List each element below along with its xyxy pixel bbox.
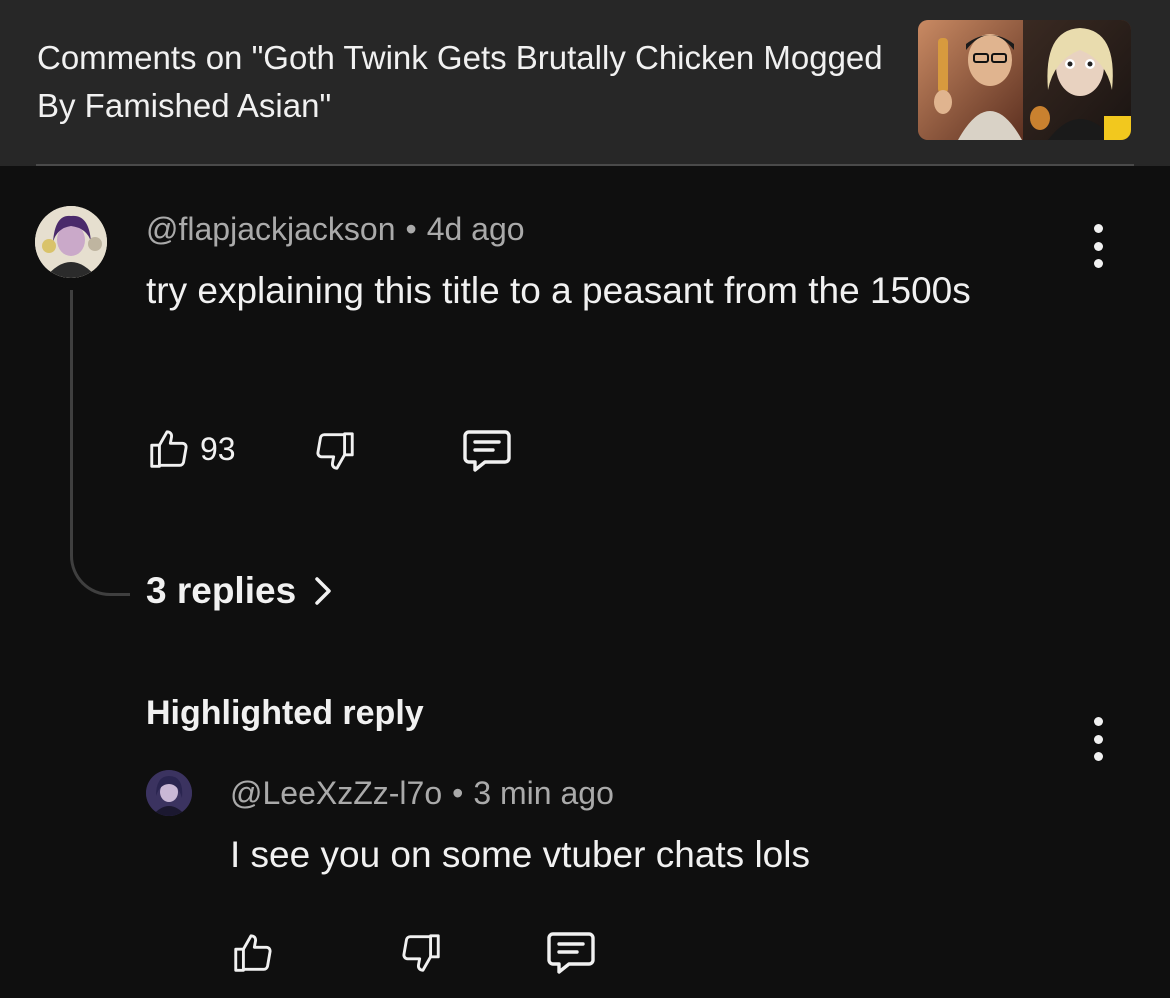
- highlighted-reply-label: Highlighted reply: [146, 694, 424, 732]
- page-title: Comments on "Goth Twink Gets Brutally Ch…: [37, 39, 883, 124]
- thumbs-up-icon: [150, 430, 188, 468]
- comments-header: Comments on "Goth Twink Gets Brutally Ch…: [0, 0, 1170, 166]
- comment-text: try explaining this title to a peasant f…: [146, 270, 971, 311]
- comment-meta: @flapjackjackson • 4d ago: [146, 211, 525, 248]
- reply-author[interactable]: @LeeXzZz-l7o: [230, 775, 442, 811]
- more-vert-icon[interactable]: [1086, 717, 1110, 761]
- avatar[interactable]: [35, 206, 107, 278]
- thumbs-down-icon: [402, 934, 440, 972]
- thread-line: [70, 290, 130, 596]
- comment-icon: [463, 430, 511, 472]
- meta-separator: •: [405, 211, 417, 247]
- meta-separator: •: [452, 775, 464, 811]
- thumbs-up-icon: [234, 934, 272, 972]
- replies-link[interactable]: 3 replies: [146, 570, 332, 612]
- reply-avatar[interactable]: [146, 770, 192, 816]
- chevron-right-icon: [315, 577, 331, 605]
- reply-dislike-button[interactable]: [398, 930, 444, 976]
- replies-count-label: 3 replies: [146, 570, 297, 611]
- reply-like-button[interactable]: [230, 930, 276, 976]
- comment-author[interactable]: @flapjackjackson: [146, 211, 395, 247]
- reply-button[interactable]: [461, 428, 513, 474]
- reply-time: 3 min ago: [473, 775, 614, 811]
- comment-icon: [547, 932, 595, 974]
- thumbs-down-icon: [316, 432, 354, 470]
- like-button[interactable]: 93: [146, 426, 236, 472]
- like-count: 93: [200, 430, 236, 467]
- dislike-button[interactable]: [312, 428, 358, 474]
- reply-text: I see you on some vtuber chats lols: [230, 834, 810, 875]
- header-divider: [36, 164, 1134, 166]
- comment-time: 4d ago: [426, 211, 525, 247]
- reply-reply-button[interactable]: [545, 930, 597, 976]
- more-vert-icon[interactable]: [1086, 224, 1110, 268]
- reply-meta: @LeeXzZz-l7o • 3 min ago: [230, 775, 614, 812]
- video-thumbnail[interactable]: [918, 20, 1131, 140]
